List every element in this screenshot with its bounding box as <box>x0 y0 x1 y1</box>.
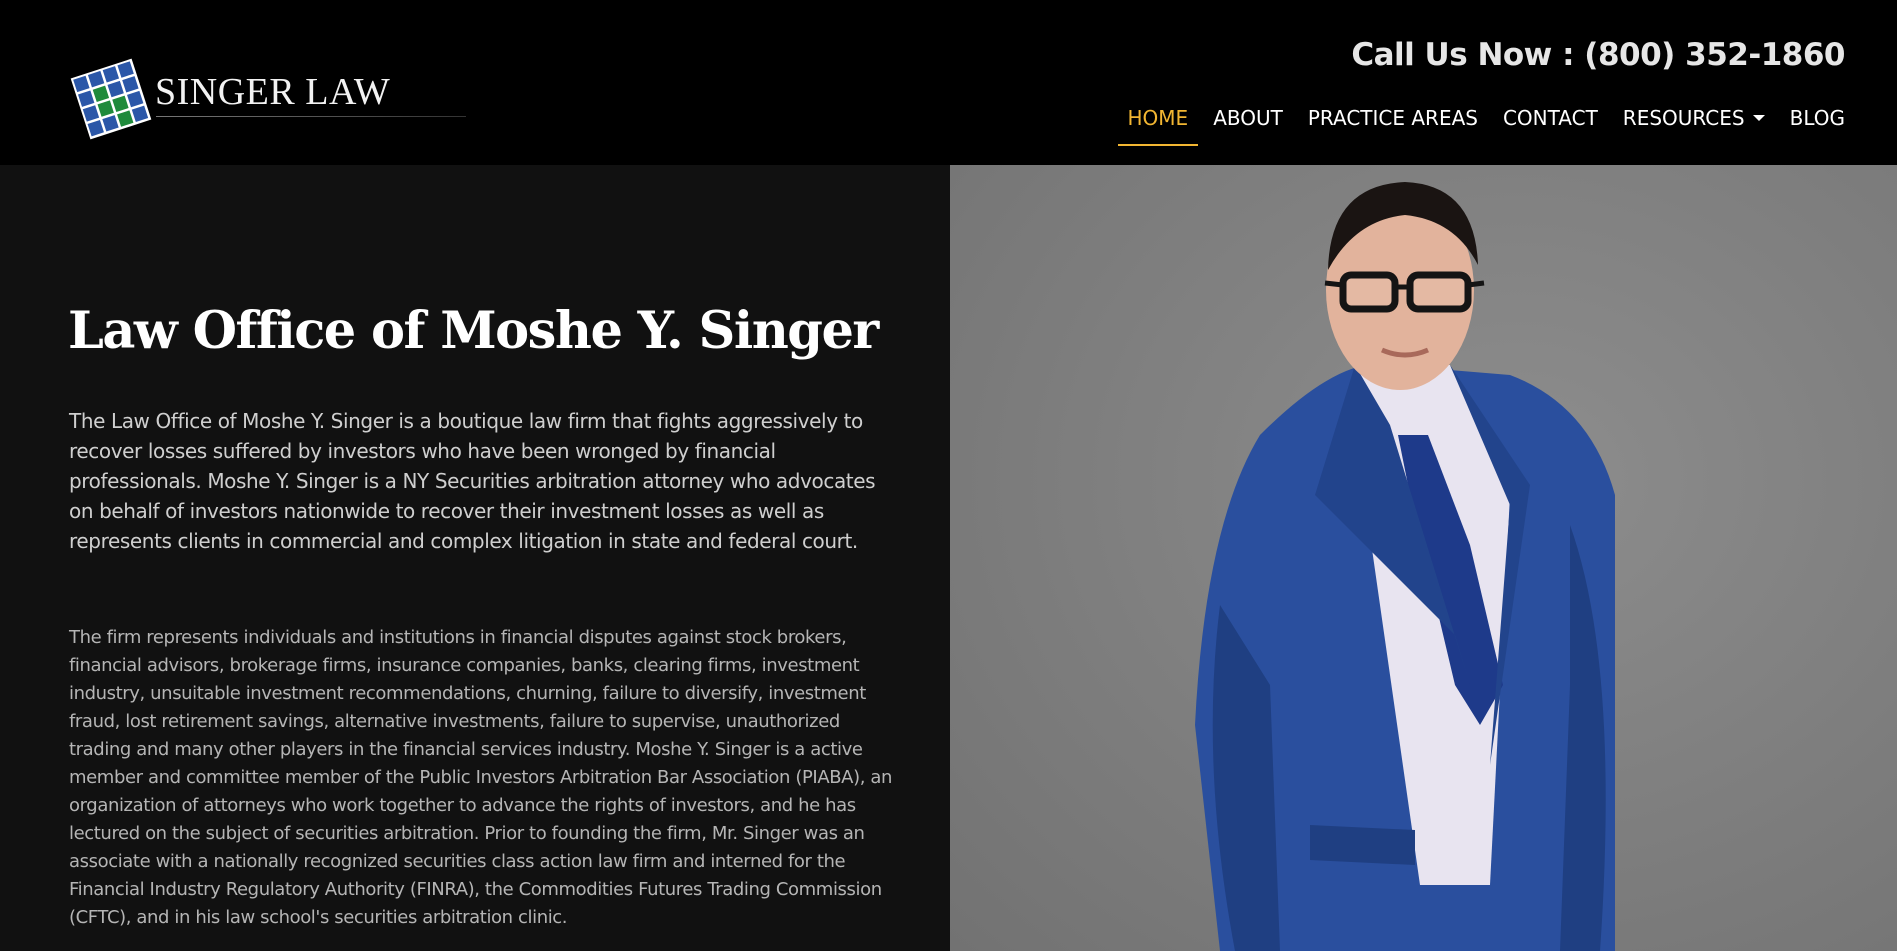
firm-description-paragraph: The firm represents individuals and inst… <box>69 627 893 928</box>
site-logo[interactable]: SINGER LAW <box>68 56 466 140</box>
nav-contact[interactable]: CONTACT <box>1503 104 1598 146</box>
nav-about[interactable]: ABOUT <box>1213 104 1283 146</box>
attorney-photo <box>950 165 1897 951</box>
attorney-portrait-illustration <box>1195 182 1615 951</box>
page-title: Law Office of Moshe Y. Singer <box>68 301 879 361</box>
nav-blog[interactable]: BLOG <box>1790 104 1845 146</box>
logo-divider <box>156 116 466 117</box>
site-header: SINGER LAW Call Us Now : (800) 352-1860 … <box>0 0 1897 165</box>
call-us-text[interactable]: Call Us Now : (800) 352-1860 <box>1351 37 1845 73</box>
nav-resources[interactable]: RESOURCES <box>1623 104 1765 146</box>
main-nav: HOME ABOUT PRACTICE AREAS CONTACT RESOUR… <box>1103 104 1845 146</box>
logo-text: SINGER LAW <box>155 71 391 113</box>
logo-grid-icon <box>70 58 152 140</box>
nav-home[interactable]: HOME <box>1117 104 1198 146</box>
nav-resources-label: RESOURCES <box>1622 106 1745 130</box>
chevron-down-icon <box>1752 115 1765 121</box>
intro-section: Law Office of Moshe Y. Singer The Law Of… <box>0 165 950 951</box>
intro-paragraph: The Law Office of Moshe Y. Singer is a b… <box>69 409 876 553</box>
nav-practice-areas[interactable]: PRACTICE AREAS <box>1308 104 1478 146</box>
